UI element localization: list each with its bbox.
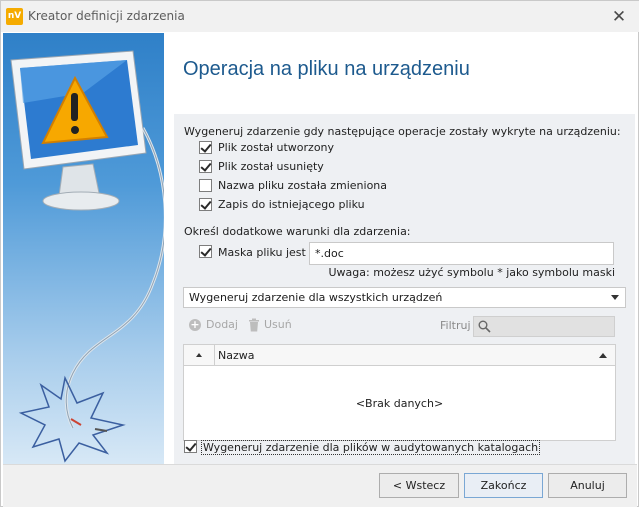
wizard-side-graphic: [3, 33, 164, 464]
grid-header: Nazwa: [184, 345, 615, 366]
content-area: Operacja na pliku na urządzeniu Wygeneru…: [164, 33, 637, 464]
empty-grid-text: <Brak danych>: [355, 397, 444, 410]
settings-form: Wygeneruj zdarzenie gdy następujące oper…: [174, 114, 635, 464]
checkbox-file-written[interactable]: [199, 198, 212, 211]
checkbox-file-mask[interactable]: [199, 245, 212, 258]
wizard-window: nV Kreator definicji zdarzenia ✕ Operacj…: [0, 0, 639, 507]
window-title: Kreator definicji zdarzenia: [28, 9, 185, 23]
file-deleted-label: Plik został usunięty: [218, 160, 324, 173]
mask-hint: Uwaga: możesz użyć symbolu * jako symbol…: [328, 266, 616, 279]
wizard-button-bar: < Wstecz Zakończ Anuluj: [3, 464, 637, 507]
checkbox-file-deleted[interactable]: [199, 160, 212, 173]
cancel-button[interactable]: Anuluj: [548, 473, 627, 498]
warning-monitor-icon: [10, 50, 164, 463]
column-header-name[interactable]: Nazwa: [218, 349, 254, 362]
page-title: Operacja na pliku na urządzeniu: [183, 58, 470, 80]
file-mask-input[interactable]: *.doc: [309, 242, 614, 265]
column-divider: [214, 345, 215, 366]
operations-heading: Wygeneruj zdarzenie gdy następujące oper…: [184, 125, 621, 138]
conditions-heading: Określ dodatkowe warunki dla zdarzenia:: [184, 225, 411, 238]
remove-button[interactable]: Usuń: [264, 318, 292, 331]
filter-label: Filtruj: [440, 319, 471, 332]
trash-icon: [249, 318, 259, 332]
file-renamed-label: Nazwa pliku została zmieniona: [218, 179, 388, 192]
add-icon: +: [189, 318, 201, 331]
title-bar: nV Kreator definicji zdarzenia ✕: [1, 1, 639, 32]
audited-folders-label: Wygeneruj zdarzenie dla plików w audytow…: [201, 440, 541, 455]
back-button[interactable]: < Wstecz: [379, 473, 459, 498]
finish-button[interactable]: Zakończ: [464, 473, 543, 498]
chevron-down-icon: [611, 295, 619, 300]
checkbox-audited-folders[interactable]: [184, 440, 197, 453]
file-written-label: Zapis do istniejącego pliku: [218, 198, 365, 211]
search-icon: [478, 320, 491, 333]
checkbox-file-renamed[interactable]: [199, 179, 212, 192]
app-logo-icon: nV: [6, 8, 23, 25]
checkbox-file-created[interactable]: [199, 141, 212, 154]
file-created-label: Plik został utworzony: [218, 141, 335, 154]
sort-indicator-icon[interactable]: [196, 353, 202, 357]
device-scope-select[interactable]: Wygeneruj zdarzenie dla wszystkich urząd…: [183, 287, 626, 308]
close-button[interactable]: ✕: [604, 4, 634, 30]
add-button[interactable]: Dodaj: [206, 318, 238, 331]
device-scope-value: Wygeneruj zdarzenie dla wszystkich urząd…: [189, 291, 443, 304]
device-grid[interactable]: Nazwa <Brak danych>: [183, 344, 616, 441]
file-mask-label: Maska pliku jest: [218, 246, 306, 259]
filter-input[interactable]: [473, 316, 615, 337]
sort-ascending-icon[interactable]: [599, 353, 607, 358]
